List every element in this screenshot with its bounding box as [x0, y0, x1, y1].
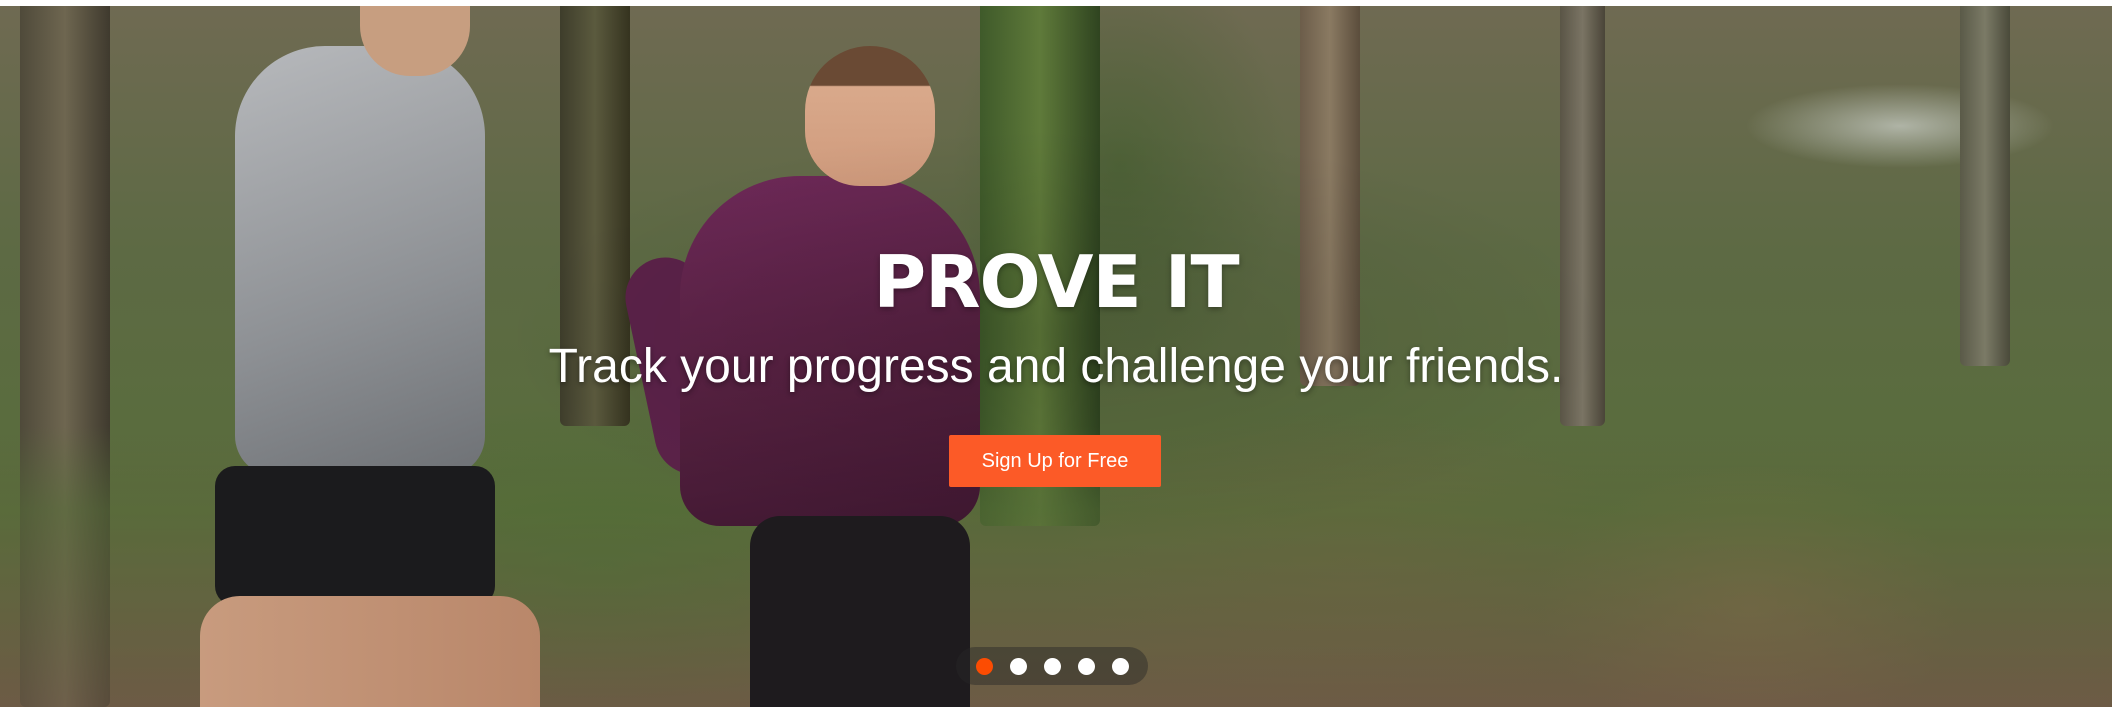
carousel-dot[interactable] [1111, 657, 1129, 675]
hero-banner: PROVE IT Track your progress and challen… [0, 6, 2112, 707]
carousel-dot[interactable] [1043, 657, 1061, 675]
carousel-dot[interactable] [1009, 657, 1027, 675]
carousel-dot[interactable] [1077, 657, 1095, 675]
carousel-dot[interactable] [975, 657, 993, 675]
hero-subheadline: Track your progress and challenge your f… [548, 340, 1564, 393]
sign-up-button[interactable]: Sign Up for Free [949, 435, 1161, 487]
hero-headline: PROVE IT [873, 240, 1239, 324]
carousel-indicators [956, 647, 1148, 685]
